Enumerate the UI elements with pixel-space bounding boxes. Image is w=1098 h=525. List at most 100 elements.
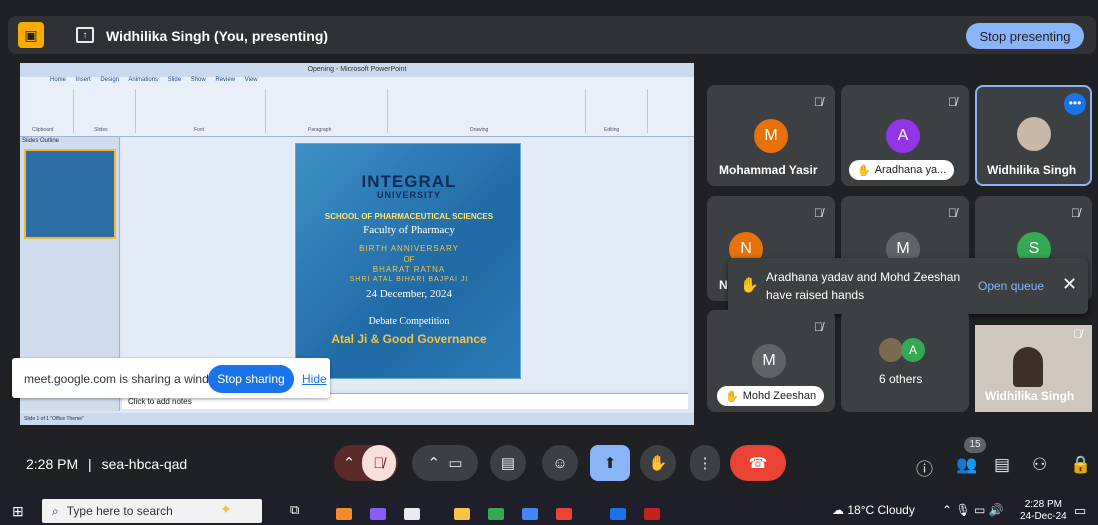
ribbon-group-editing: Editing <box>588 89 648 133</box>
avatar: A <box>901 338 925 362</box>
ppt-ribbon-tabs: Home Insert Design Animations Slide Show… <box>50 77 258 83</box>
slide-title2: SHRI ATAL BIHARI BAJPAI JI <box>349 276 469 283</box>
host-controls-icon[interactable]: 🔒 <box>1070 455 1091 475</box>
avatar: M <box>752 344 786 378</box>
ribbon-group-clipboard: Clipboard <box>24 89 74 133</box>
system-tray-icons[interactable]: ⌃ 🎙 ▭ 🔊 <box>942 503 1004 517</box>
hands-line1: Aradhana yadav and Mohd Zeeshan <box>766 270 961 284</box>
participant-tile-self[interactable]: ••• Widhilika Singh <box>975 85 1092 186</box>
sharing-message: meet.google.com is sharing a window. <box>24 372 227 386</box>
mic-off-icon: 🎙̸ <box>814 206 823 220</box>
slide-of: OF <box>403 255 415 264</box>
mic-off-icon: 🎙̸ <box>948 95 957 109</box>
info-icon[interactable]: ⓘ <box>916 455 933 480</box>
participant-tile[interactable]: 🎙̸ M ✋ Mohd Zeeshan <box>707 310 835 412</box>
windows-start-icon[interactable]: ⊞ <box>12 503 24 520</box>
others-avatar-photo <box>879 338 903 362</box>
hand-icon: ✋ <box>648 455 668 472</box>
taskbar-app-icon[interactable] <box>404 508 420 520</box>
mic-off-icon: 🎙̸ <box>814 320 823 334</box>
weather-widget[interactable]: ☁ 18°C Cloudy <box>832 503 915 517</box>
task-view-icon[interactable]: ⧉ <box>290 502 299 518</box>
taskbar-app-icon[interactable] <box>336 508 352 520</box>
ribbon-group-drawing: Drawing <box>390 89 586 133</box>
taskbar-app-icon[interactable] <box>370 508 386 520</box>
mic-off-icon: 🎙̸ <box>948 206 957 220</box>
participant-video-tile[interactable]: 🎙̸ Widhilika Singh <box>975 325 1092 412</box>
taskbar-app-icon[interactable] <box>522 508 538 520</box>
taskbar-clock[interactable]: 2:28 PM 24-Dec-24 <box>1020 499 1067 523</box>
slide-faculty: Faculty of Pharmacy <box>363 224 455 236</box>
sparkle-icon[interactable]: ✦ <box>220 501 232 518</box>
stop-sharing-button[interactable]: Stop sharing <box>208 365 294 393</box>
open-queue-button[interactable]: Open queue <box>978 279 1044 293</box>
phone-hangup-icon: ☎ <box>748 455 768 472</box>
people-icon[interactable]: 👥 <box>956 455 977 475</box>
hide-link[interactable]: Hide <box>302 372 327 386</box>
notification-icon[interactable]: ▭ <box>1074 503 1086 519</box>
mic-off-icon: 🎙̸ <box>1073 327 1082 341</box>
hands-line2: have raised hands <box>766 288 865 302</box>
avatar: M <box>754 119 788 153</box>
camera-control[interactable]: ⌃ ▭ <box>412 445 478 481</box>
slide-thumbnail[interactable] <box>24 149 116 239</box>
captions-button[interactable]: ▤ <box>490 445 526 481</box>
slide-school: SCHOOL OF PHARMACEUTICAL SCIENCES <box>324 212 494 221</box>
present-button[interactable]: ⬆ <box>590 445 630 481</box>
more-options-icon[interactable]: ••• <box>1064 93 1086 115</box>
present-icon: ⬆ <box>603 455 617 472</box>
more-vert-icon: ⋮ <box>697 455 713 472</box>
ppt-status-bar: Slide 1 of 1 "Office Theme" <box>20 413 694 425</box>
raised-hands-notification: ✋ Aradhana yadav and Mohd Zeeshan have r… <box>728 258 1088 314</box>
participant-name: Widhilika Singh <box>987 163 1077 177</box>
participant-name: Mohammad Yasir <box>719 163 818 177</box>
slide-date: 24 December, 2024 <box>365 288 452 300</box>
reactions-button[interactable]: ☺ <box>542 445 578 481</box>
taskbar-app-icon[interactable] <box>556 508 572 520</box>
mic-control[interactable]: ⌃ 🎙̸ <box>334 445 398 481</box>
leave-call-button[interactable]: ☎ <box>730 445 786 481</box>
close-icon[interactable]: ✕ <box>1062 274 1077 295</box>
ribbon-group-slides: Slides <box>76 89 136 133</box>
raised-hand-pill: ✋ Aradhana ya... <box>849 160 955 180</box>
meeting-code: sea-hbca-qad <box>101 456 188 472</box>
emoji-icon: ☺ <box>552 454 568 472</box>
raise-hand-button[interactable]: ✋ <box>640 445 676 481</box>
taskbar-app-icon[interactable] <box>644 508 660 520</box>
slide-event: Debate Competition <box>368 316 450 327</box>
slide-topic: Atal Ji & Good Governance <box>331 332 487 346</box>
camera-icon: ▭ <box>448 455 463 472</box>
cloud-icon: ☁ <box>832 503 844 517</box>
current-time: 2:28 PM <box>26 456 79 472</box>
taskbar-app-icon[interactable] <box>610 508 626 520</box>
participant-video-person <box>1013 347 1043 387</box>
slide-title1: BHARAT RATNA <box>372 265 446 274</box>
others-tile[interactable]: A 6 others <box>841 310 969 412</box>
ppt-title-bar: Opening - Microsoft PowerPoint <box>20 63 694 77</box>
taskbar-app-icon[interactable] <box>488 508 504 520</box>
avatar: A <box>886 119 920 153</box>
activities-icon[interactable]: ⚇ <box>1032 455 1047 475</box>
presenting-label: Widhilika Singh (You, presenting) <box>106 28 329 44</box>
stop-presenting-button[interactable]: Stop presenting <box>966 23 1084 49</box>
search-icon: ⌕ <box>52 503 59 518</box>
ribbon-group-paragraph: Paragraph <box>268 89 388 133</box>
slide-brand-line1: INTEGRAL <box>361 172 457 191</box>
slide-occasion: BIRTH ANNIVERSARY <box>359 244 459 253</box>
hand-icon: ✋ <box>740 277 759 294</box>
chat-icon[interactable]: ▤ <box>994 455 1010 475</box>
mic-off-icon: 🎙̸ <box>362 445 396 481</box>
others-count: 6 others <box>879 372 923 386</box>
participant-name: Widhilika Singh <box>985 389 1075 403</box>
meet-logo-icon: ▣ <box>18 22 44 48</box>
participant-tile[interactable]: 🎙̸ A ✋ Aradhana ya... <box>841 85 969 186</box>
mic-off-icon: 🎙̸ <box>814 95 823 109</box>
ribbon-group-font: Font <box>138 89 266 133</box>
people-count-badge: 15 <box>964 437 986 453</box>
taskbar-app-icon[interactable] <box>454 508 470 520</box>
participant-tile[interactable]: 🎙̸ M Mohammad Yasir <box>707 85 835 186</box>
present-icon: ↑ <box>76 27 94 43</box>
slides-outline-tabs[interactable]: Slides Outline <box>22 138 59 144</box>
meeting-info: 2:28 PM | sea-hbca-qad <box>26 456 188 472</box>
more-options-button[interactable]: ⋮ <box>690 445 720 481</box>
